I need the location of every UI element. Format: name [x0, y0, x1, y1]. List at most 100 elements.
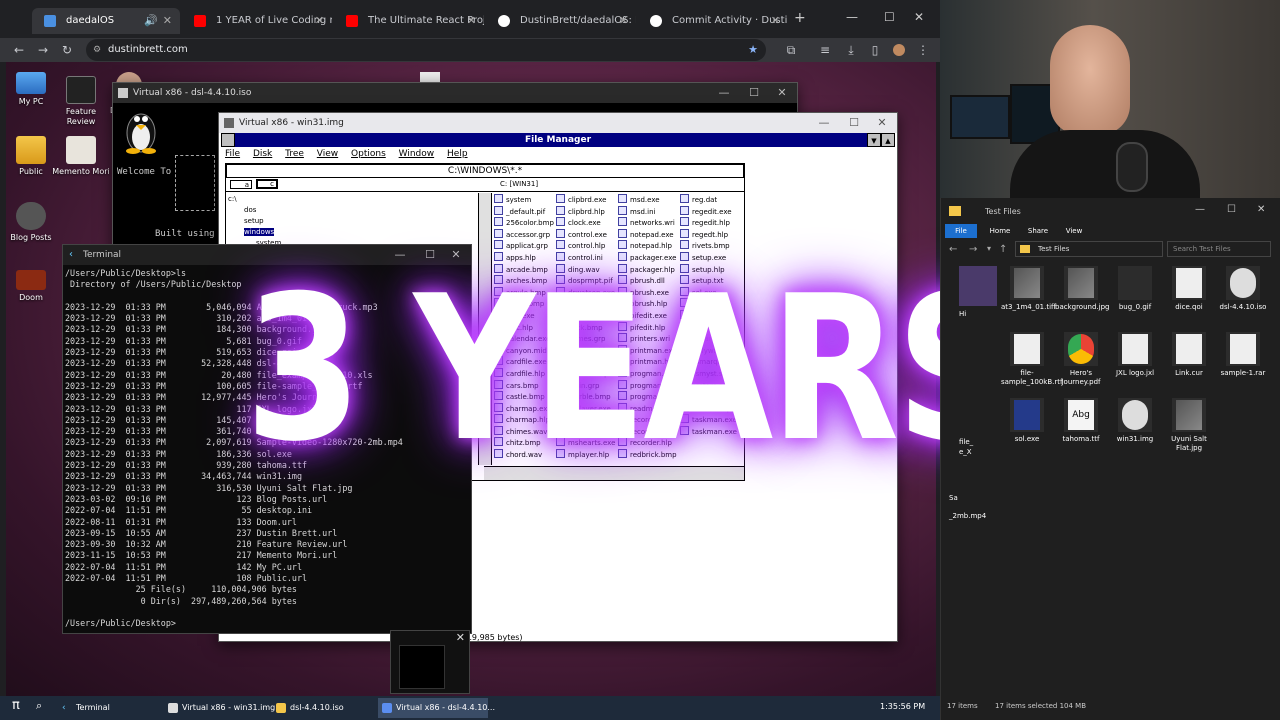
- directory-titlebar[interactable]: C:\WINDOWS\*.*: [226, 164, 744, 178]
- taskbar-item-dsl-iso[interactable]: dsl-4.4.10.iso: [272, 698, 378, 718]
- close-icon[interactable]: ✕: [771, 8, 780, 34]
- minimize-icon[interactable]: —: [846, 10, 858, 24]
- recent-dropdown-icon[interactable]: ▾: [987, 244, 991, 253]
- file-list-item[interactable]: regedt.hlp: [680, 229, 740, 241]
- file-list-item[interactable]: system: [494, 194, 554, 206]
- file-list-item[interactable]: reg.dat: [680, 194, 740, 206]
- up-icon[interactable]: ↑: [999, 244, 1007, 255]
- file-list-item[interactable]: 256color.bmp: [494, 217, 554, 229]
- explorer-file-item[interactable]: at3_1m4_01.tiff: [1001, 266, 1056, 312]
- video-thumbnail[interactable]: [959, 266, 997, 306]
- close-icon[interactable]: ✕: [1257, 204, 1265, 215]
- maximize-icon[interactable]: ☐: [884, 10, 895, 24]
- avatar[interactable]: [890, 40, 908, 60]
- tree-item[interactable]: c:\: [228, 194, 478, 205]
- close-icon[interactable]: ✕: [467, 8, 476, 34]
- file-list-item[interactable]: _default.pif: [494, 206, 554, 218]
- taskbar-item-win31[interactable]: Virtual x86 - win31.img: [164, 698, 275, 718]
- close-icon[interactable]: ✕: [619, 8, 628, 34]
- extensions-icon[interactable]: ⧉: [782, 40, 800, 60]
- maximize-arrow-icon[interactable]: ▲: [881, 133, 895, 147]
- menu-view[interactable]: View: [317, 149, 338, 159]
- file-list-item[interactable]: clipbrd.hlp: [556, 206, 616, 218]
- explorer-file-item[interactable]: Link.cur: [1163, 332, 1215, 378]
- forward-icon[interactable]: →: [969, 244, 977, 255]
- drive-a-icon[interactable]: a: [230, 180, 252, 189]
- back-icon[interactable]: ←: [10, 40, 28, 60]
- download-icon[interactable]: ⤓: [842, 40, 860, 60]
- close-icon[interactable]: ✕: [871, 113, 893, 133]
- file-list-item[interactable]: msd.exe: [618, 194, 678, 206]
- tab-daedalos[interactable]: daedalOS 🔊 ✕: [32, 8, 180, 34]
- file-list-item[interactable]: msd.ini: [618, 206, 678, 218]
- tree-item[interactable]: setup: [228, 216, 478, 227]
- file-explorer-window[interactable]: Test Files — ☐ ✕ File Home Share View ← …: [940, 198, 1280, 720]
- back-icon[interactable]: ←: [949, 244, 957, 255]
- explorer-file-item[interactable]: file-sample_100kB.rtf: [1001, 332, 1062, 387]
- ribbon-tab-file[interactable]: File: [945, 224, 977, 238]
- forward-icon[interactable]: →: [34, 40, 52, 60]
- file-list-item[interactable]: clipbrd.exe: [556, 194, 616, 206]
- explorer-file-item[interactable]: dice.qoi: [1163, 266, 1215, 312]
- tab-github-1[interactable]: DustinBrett/daedalOS: Deskt ✕: [486, 8, 636, 34]
- file-list-item[interactable]: regedit.exe: [680, 206, 740, 218]
- taskbar-item-terminal[interactable]: ‹ Terminal: [58, 698, 158, 718]
- drive-c-icon[interactable]: c: [256, 179, 278, 189]
- explorer-file-item[interactable]: dsl-4.4.10.iso: [1217, 266, 1269, 312]
- tab-youtube-2[interactable]: The Ultimate React Project: 2 ✕: [334, 8, 484, 34]
- explorer-address-bar[interactable]: Test Files: [1015, 241, 1163, 257]
- minimize-icon[interactable]: —: [1195, 204, 1205, 215]
- file-manager-titlebar[interactable]: File Manager ▼ ▲: [221, 133, 895, 147]
- reload-icon[interactable]: ↻: [58, 40, 76, 60]
- ribbon-tab-view[interactable]: View: [1057, 224, 1091, 238]
- tab-github-2[interactable]: Commit Activity · DustinBrett ✕: [638, 8, 788, 34]
- file-list-item[interactable]: notepad.exe: [618, 229, 678, 241]
- search-icon[interactable]: ⌕: [36, 699, 42, 713]
- minimize-icon[interactable]: —: [713, 83, 735, 103]
- tab-youtube-1[interactable]: 1 YEAR of Live Coding my OS ✕: [182, 8, 332, 34]
- control-menu-icon[interactable]: [221, 133, 235, 147]
- new-tab-button[interactable]: +: [794, 10, 806, 26]
- file-list-item[interactable]: control.exe: [556, 229, 616, 241]
- minimize-arrow-icon[interactable]: ▼: [867, 133, 881, 147]
- menu-tree[interactable]: Tree: [285, 149, 304, 159]
- menu-options[interactable]: Options: [351, 149, 386, 159]
- tree-item-selected[interactable]: windows: [244, 228, 275, 236]
- tree-item[interactable]: dos: [228, 205, 478, 216]
- menu-file[interactable]: File: [225, 149, 240, 159]
- close-window-icon[interactable]: ✕: [914, 10, 924, 24]
- site-info-icon[interactable]: ⚙: [93, 39, 101, 61]
- menu-disk[interactable]: Disk: [253, 149, 272, 159]
- file-list-item[interactable]: regedit.hlp: [680, 217, 740, 229]
- ribbon-tab-share[interactable]: Share: [1021, 224, 1055, 238]
- side-panel-icon[interactable]: ▯: [866, 40, 884, 60]
- minimize-icon[interactable]: —: [813, 113, 835, 133]
- window-titlebar[interactable]: Virtual x86 - win31.img — ☐ ✕: [219, 113, 897, 133]
- explorer-file-item[interactable]: Hero's Journey.pdf: [1055, 332, 1107, 387]
- address-bar[interactable]: ⚙ dustinbrett.com ★: [86, 39, 766, 61]
- explorer-file-item[interactable]: win31.img: [1109, 398, 1161, 444]
- start-pi-icon[interactable]: π: [12, 698, 20, 713]
- media-icon[interactable]: ≡: [816, 40, 834, 60]
- maximize-icon[interactable]: ☐: [843, 113, 865, 133]
- explorer-file-item[interactable]: sample-1.rar: [1217, 332, 1269, 378]
- desktop-icon-feature-review[interactable]: Feature Review: [52, 76, 110, 127]
- maximize-icon[interactable]: ☐: [743, 83, 765, 103]
- explorer-file-item[interactable]: bug_0.gif: [1109, 266, 1161, 312]
- explorer-file-item[interactable]: background.jpg: [1055, 266, 1109, 312]
- explorer-file-item[interactable]: JXL logo.jxl: [1109, 332, 1161, 378]
- explorer-file-item[interactable]: Uyuni Salt Flat.jpg: [1163, 398, 1215, 453]
- explorer-file-item[interactable]: sol.exe: [1001, 398, 1053, 444]
- close-icon[interactable]: ✕: [456, 631, 465, 644]
- close-icon[interactable]: ✕: [163, 8, 172, 34]
- ribbon-tab-home[interactable]: Home: [983, 224, 1017, 238]
- window-titlebar[interactable]: Virtual x86 - dsl-4.4.10.iso — ☐ ✕: [113, 83, 797, 103]
- explorer-file-item[interactable]: Abg tahoma.ttf: [1055, 398, 1107, 444]
- close-icon[interactable]: ✕: [771, 83, 793, 103]
- menu-icon[interactable]: ⋮: [914, 40, 932, 60]
- menu-help[interactable]: Help: [447, 149, 468, 159]
- desktop-icon-blog-posts[interactable]: Blog Posts: [6, 202, 60, 243]
- file-list-item[interactable]: accessor.grp: [494, 229, 554, 241]
- desktop-icon-doom[interactable]: Doom: [6, 270, 60, 303]
- menu-window[interactable]: Window: [399, 149, 435, 159]
